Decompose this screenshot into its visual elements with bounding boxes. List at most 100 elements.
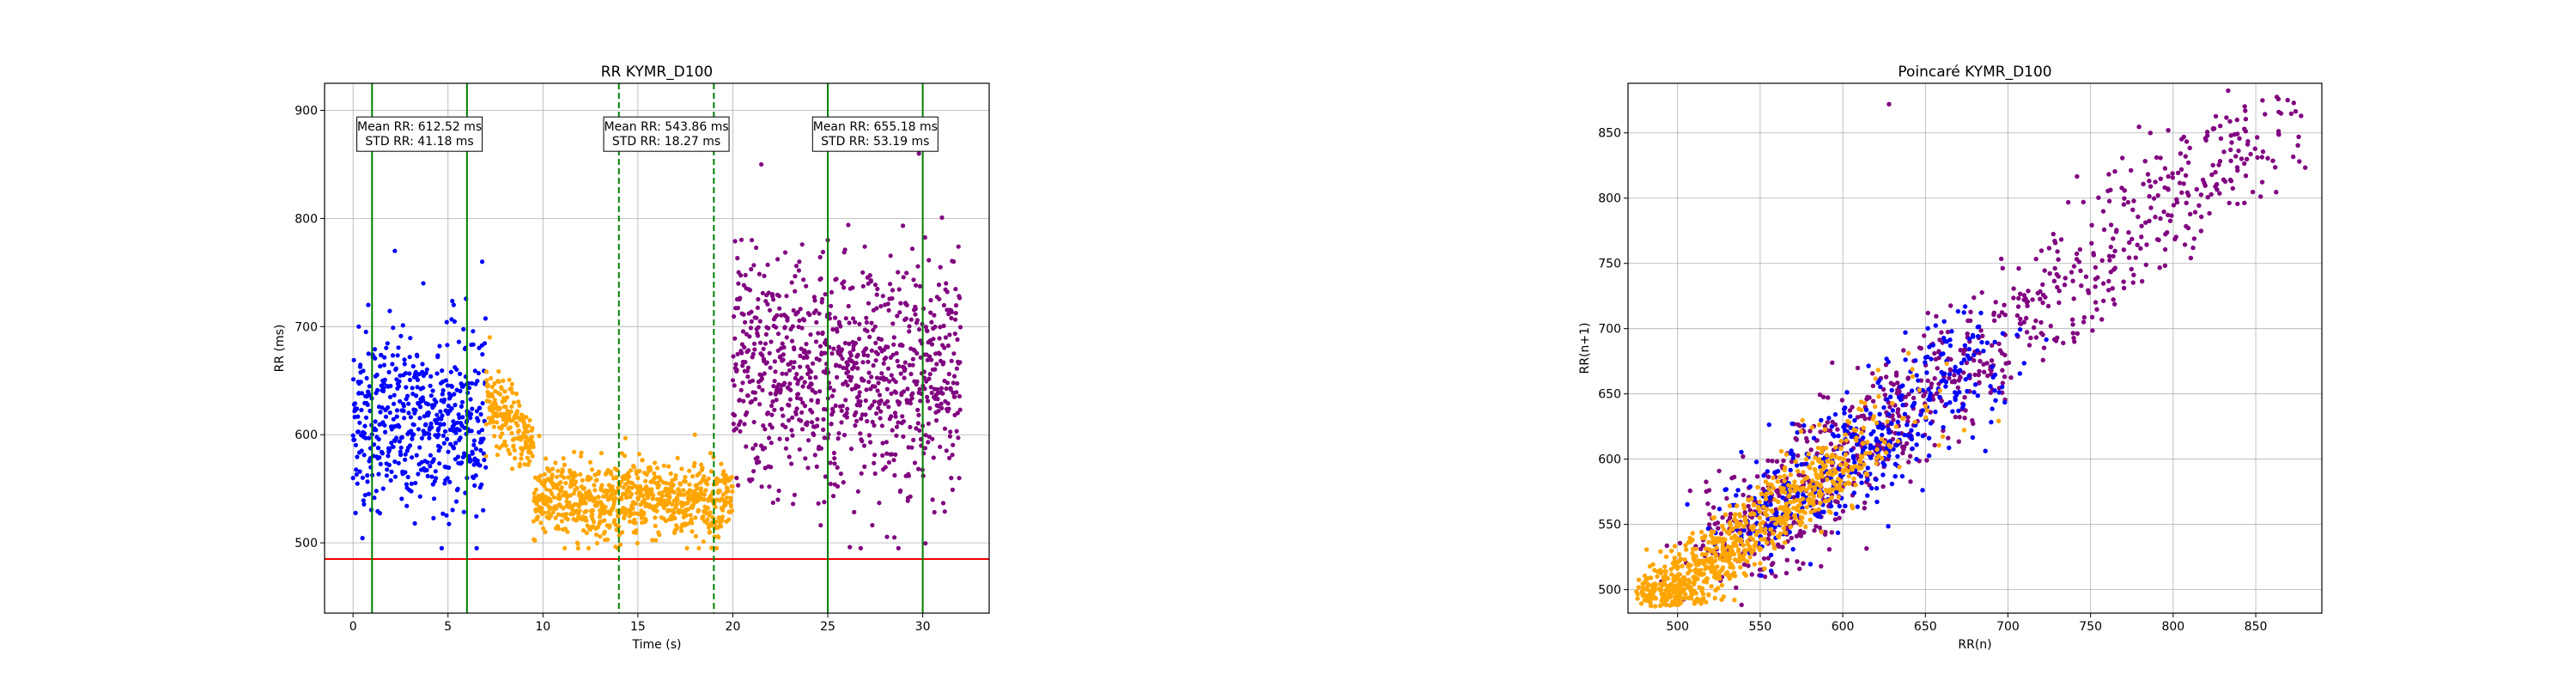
poincare-point (1889, 481, 1895, 487)
poincare-point (1780, 495, 1785, 501)
poincare-point (1658, 587, 1664, 593)
poincare-point (2138, 246, 2143, 251)
poincare-point (1757, 509, 1763, 514)
rr-point (453, 441, 459, 446)
rr-point (864, 315, 869, 320)
poincare-point (2086, 290, 2092, 295)
poincare-point (2000, 265, 2005, 271)
rr-point (901, 223, 906, 228)
poincare-point (1958, 374, 1963, 380)
rr-point (745, 374, 750, 380)
rr-point (352, 437, 357, 442)
poincare-point (1807, 517, 1813, 523)
rr-point (702, 492, 708, 497)
rr-point (933, 325, 938, 330)
poincare-point (1962, 304, 1968, 309)
poincare-point (1862, 500, 1868, 506)
rr-point (829, 303, 834, 308)
poincare-point (2227, 200, 2232, 206)
rr-point (386, 462, 392, 468)
rr-point (428, 383, 433, 388)
poincare-point (1923, 360, 1928, 365)
rr-point (513, 456, 518, 461)
poincare-x-axis-label: RR(n) (1958, 638, 1991, 652)
rr-point (957, 393, 962, 399)
rr-point (447, 521, 452, 526)
poincare-point (1905, 423, 1910, 428)
poincare-point (1685, 502, 1690, 507)
poincare-point (1793, 459, 1798, 465)
poincare-point (1727, 503, 1733, 508)
poincare-point (1693, 569, 1698, 575)
rr-point (410, 386, 415, 391)
rr-point (433, 469, 438, 474)
rr-point (476, 418, 481, 423)
poincare-point (1823, 446, 1829, 451)
rr-point (355, 414, 361, 419)
poincare-point (1830, 432, 1836, 437)
poincare-scatter-points (1634, 88, 2308, 609)
rr-point (953, 317, 958, 322)
poincare-point (1928, 391, 1933, 396)
rr-point (946, 371, 951, 377)
rr-ticks: 0 5 10 15 20 25 30500600700800900 (295, 104, 930, 634)
rr-point (942, 426, 948, 431)
rr-point (877, 501, 882, 506)
rr-point (383, 414, 389, 419)
poincare-point (1971, 390, 1977, 395)
poincare-point (1895, 419, 1900, 424)
rr-point (451, 302, 456, 307)
poincare-point (2002, 374, 2008, 380)
rr-point (427, 435, 432, 441)
poincare-point (2188, 211, 2193, 216)
rr-point (510, 466, 515, 471)
rr-point (402, 416, 407, 421)
rr-point (607, 523, 612, 528)
poincare-point (1975, 393, 1980, 398)
poincare-point (1651, 594, 1656, 599)
rr-point (434, 399, 439, 404)
rr-point (452, 319, 458, 324)
poincare-point (1761, 556, 1767, 562)
poincare-point (2186, 192, 2191, 198)
rr-point (706, 476, 711, 482)
poincare-point (1790, 546, 1795, 552)
rr-point (769, 425, 775, 430)
rr-point (386, 404, 391, 410)
rr-point (720, 497, 726, 502)
rr-point (873, 340, 878, 345)
rr-point (856, 384, 861, 389)
poincare-point (1722, 512, 1728, 517)
rr-annotation-text: Mean RR: 655.18 ms (813, 120, 938, 134)
rr-point (732, 313, 737, 319)
rr-point (925, 328, 930, 334)
poincare-point (2011, 295, 2016, 301)
rr-point (839, 420, 844, 425)
poincare-point (1825, 420, 1830, 425)
poincare-point (1830, 459, 1835, 465)
rr-point (619, 496, 624, 502)
rr-point (410, 436, 415, 441)
poincare-point (1736, 538, 1741, 544)
rr-point (797, 259, 802, 264)
poincare-point (2071, 296, 2076, 301)
poincare-point (1783, 452, 1789, 457)
poincare-point (1658, 570, 1664, 575)
poincare-point (1821, 465, 1827, 471)
rr-point (355, 406, 360, 411)
poincare-point (2147, 218, 2152, 223)
poincare-point (1948, 303, 1953, 308)
rr-point (853, 319, 858, 325)
rr-point (835, 436, 841, 441)
poincare-point (2033, 256, 2038, 262)
rr-point (714, 545, 720, 551)
poincare-point (2236, 148, 2241, 154)
rr-point (907, 324, 912, 329)
poincare-point (1929, 381, 1935, 386)
poincare-point (1900, 403, 1905, 408)
rr-point (449, 406, 454, 411)
rr-point (868, 440, 873, 445)
rr-point (838, 471, 844, 477)
rr-point (764, 360, 769, 365)
rr-point (765, 301, 770, 307)
